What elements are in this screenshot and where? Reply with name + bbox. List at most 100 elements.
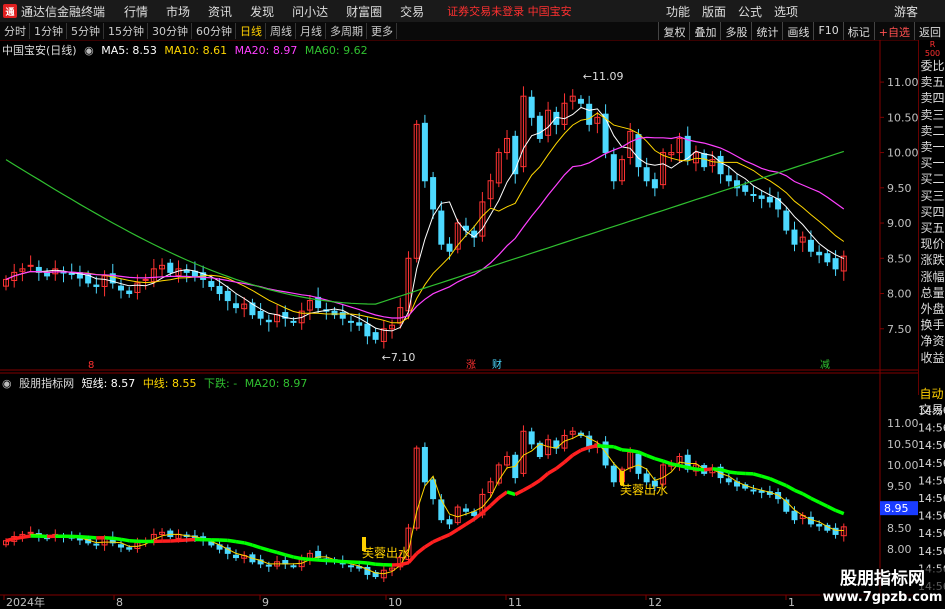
high-annotation: ←11.09 (583, 70, 624, 83)
sub-time-label: 14:56 (918, 527, 945, 540)
mid-line-segment (276, 550, 286, 557)
candle-body (290, 320, 297, 323)
mid-line-segment (810, 496, 820, 504)
mid-line-segment (79, 534, 89, 540)
candle-body (577, 98, 584, 104)
mid-line-segment (646, 453, 656, 461)
mid-line-segment (555, 460, 566, 470)
quote-label: 卖一 (920, 140, 945, 155)
sub-time-label: 14:56 (918, 510, 945, 523)
mid-line-segment (834, 508, 845, 516)
mid-line-segment (423, 540, 435, 549)
sub-candle-body (462, 508, 469, 512)
price-tick-label: 9.50 (887, 182, 912, 195)
mid-line-segment (818, 500, 829, 508)
mid-line-segment (448, 528, 459, 537)
mid-line-segment (497, 490, 509, 500)
mid-line-segment (104, 536, 113, 541)
r-badge[interactable]: R 500 (919, 40, 945, 58)
ma60-value: MA60: 9.62 (304, 44, 368, 57)
x-tick-label: 2024年 (6, 595, 45, 609)
mid-line-segment (654, 456, 664, 463)
candle-body (610, 154, 617, 182)
mid-line-segment (243, 541, 253, 547)
price-tick-label: 10.00 (887, 147, 919, 160)
down-value: 下跌: - (204, 377, 238, 390)
sub-candle-body (446, 519, 453, 525)
quote-label: 收益 (920, 350, 945, 365)
candle-body (27, 264, 34, 267)
candle-body (117, 285, 124, 291)
candle-body (356, 322, 363, 326)
mid-line-segment (235, 539, 245, 545)
quote-label: 涨幅 (920, 269, 945, 284)
x-tick-label: 10 (388, 596, 402, 609)
quote-label: 买四 (920, 204, 945, 219)
candle-body (421, 122, 428, 182)
candle-body (783, 210, 790, 231)
sub-candle-body (232, 554, 239, 559)
candle-body (816, 251, 823, 256)
trade-label[interactable]: 交易 (918, 402, 945, 418)
quote-label: 买三 (920, 188, 945, 203)
mid-line-segment (13, 535, 23, 541)
candle-body (167, 262, 174, 273)
sub-candle-body (290, 565, 297, 568)
sub-price-tick-label: 11.00 (887, 417, 919, 430)
quote-label: 买二 (920, 172, 945, 187)
sub-candle-body (167, 530, 174, 538)
candle-body (791, 229, 798, 245)
current-price-tag-label: 8.95 (884, 502, 909, 515)
mid-line-segment (695, 467, 705, 472)
mid-line-segment (580, 445, 590, 452)
candle-body (717, 155, 724, 175)
candle-body (758, 195, 765, 199)
mid-line-segment (514, 488, 525, 496)
mid-line-segment (309, 557, 319, 562)
quote-panel: R 500 委比 卖五 卖四 卖三 卖二 卖一 买一 买二 买三 买四 买五 现价… (918, 40, 945, 395)
candle-body (126, 290, 133, 295)
x-tick-label: 9 (262, 596, 269, 609)
mid-line-segment (826, 504, 837, 512)
sub-candle-body (791, 510, 798, 521)
candle-body (216, 285, 223, 295)
mid-line-segment (260, 546, 270, 552)
candle-body (832, 258, 839, 270)
main-legend: 中国宝安(日线) ◉ MA5: 8.53 MA10: 8.61 MA20: 8.… (2, 42, 372, 58)
mid-line-segment (506, 490, 516, 497)
mid-line-segment (456, 522, 467, 531)
kline-chart[interactable]: 11.00 10.50 10.00 9.50 9.00 8.50 8.00 7.50 11.00… (0, 0, 945, 609)
candle-body (643, 167, 650, 182)
sub-time-label: 14:56 (918, 474, 945, 487)
mid-line-segment (227, 538, 237, 544)
candle-body (742, 185, 749, 192)
candle-body (536, 115, 543, 139)
quote-label: 卖三 (920, 107, 945, 122)
mid-line-segment (547, 466, 558, 475)
mid-line-segment (785, 484, 796, 492)
candle-body (701, 153, 708, 168)
candle-body (430, 177, 437, 210)
candle-body (766, 196, 773, 203)
auto-label[interactable]: 自动 (918, 386, 945, 402)
quote-label: 净资 (920, 334, 945, 349)
sub-chart-title: 股朋指标网 (19, 377, 75, 390)
candle-body (232, 303, 239, 309)
x-tick-label: 11 (508, 596, 522, 609)
candle-body (93, 284, 100, 287)
dropdown-icon[interactable]: ◉ (84, 44, 94, 57)
mid-line-segment (251, 543, 262, 550)
mid-line-segment (399, 560, 409, 567)
mid-line-segment (752, 472, 763, 478)
mid-line-segment (465, 517, 476, 526)
low-annotation: ←7.10 (382, 351, 416, 364)
mid-line-segment (538, 472, 550, 482)
indicator-settings-icon[interactable]: ◉ (2, 377, 12, 390)
quote-label: 现价 (920, 237, 945, 252)
event-marker: 8 (88, 360, 94, 371)
ma10-value: MA10: 8.61 (164, 44, 228, 57)
watermark-title: 股朋指标网 (840, 569, 925, 589)
sub-candle-body (126, 547, 133, 550)
x-tick-label: 1 (788, 596, 795, 609)
candle-body (265, 319, 272, 323)
